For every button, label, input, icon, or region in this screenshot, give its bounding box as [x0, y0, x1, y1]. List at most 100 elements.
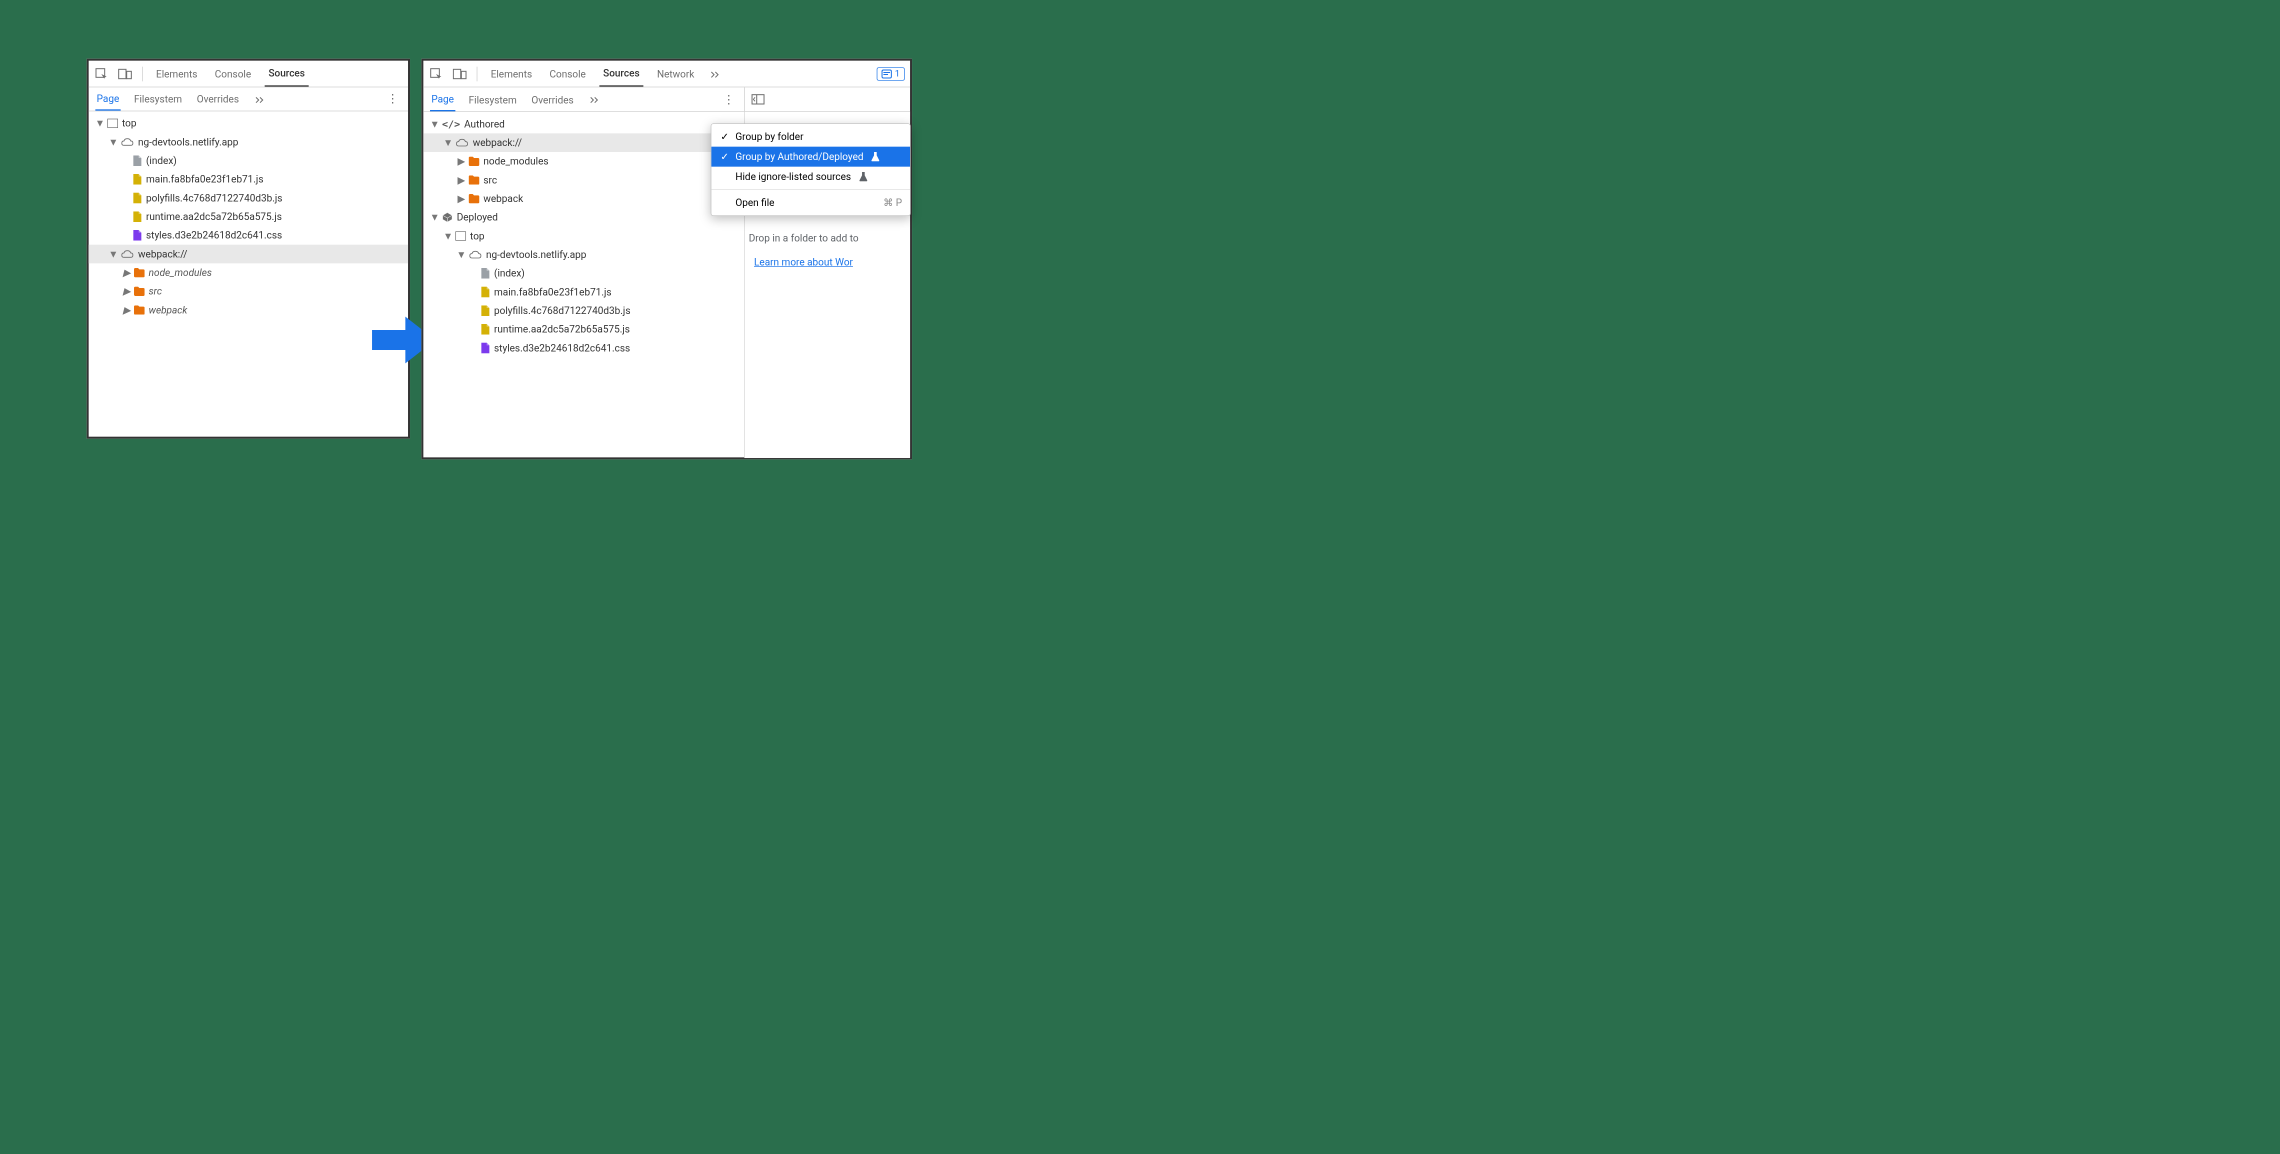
kebab-menu-icon[interactable]: ⋮ — [384, 92, 401, 106]
subtab-page[interactable]: Page — [430, 88, 455, 111]
js-file-icon — [133, 193, 142, 204]
tree-label: webpack — [149, 304, 188, 316]
subtab-overrides[interactable]: Overrides — [195, 88, 240, 110]
js-file-icon — [481, 287, 490, 298]
tree-label: Deployed — [457, 211, 498, 223]
tree-label: node_modules — [149, 267, 212, 279]
toggle-navigator-icon[interactable] — [751, 94, 764, 105]
js-file-icon — [133, 211, 142, 222]
devtools-panel-after: Elements Console Sources Network 1 Page … — [421, 59, 912, 460]
check-icon: ✓ — [719, 151, 730, 163]
tree-label: src — [483, 174, 497, 186]
tab-console[interactable]: Console — [545, 61, 589, 86]
menu-group-by-folder[interactable]: ✓ Group by folder — [711, 127, 910, 147]
tree-webpack[interactable]: ▼ webpack:// — [89, 245, 408, 264]
menu-label: Group by folder — [735, 131, 803, 143]
tree-label: runtime.aa2dc5a72b65a575.js — [494, 323, 630, 335]
tree-label: main.fa8bfa0e23f1eb71.js — [494, 286, 611, 298]
chevron-more-icon[interactable] — [587, 92, 602, 107]
devtools-panel-before: Elements Console Sources Page Filesystem… — [87, 59, 410, 439]
context-menu: ✓ Group by folder ✓ Group by Authored/De… — [711, 123, 911, 216]
subtab-page[interactable]: Page — [95, 87, 120, 110]
tree-domain[interactable]: ▼ ng-devtools.netlify.app — [423, 245, 744, 264]
tree-label: styles.d3e2b24618d2c641.css — [146, 229, 282, 241]
tree-label: webpack:// — [473, 137, 522, 149]
js-file-icon — [133, 174, 142, 185]
tree-file[interactable]: styles.d3e2b24618d2c641.css — [423, 339, 744, 358]
chevron-right-icon: ▶ — [123, 288, 130, 295]
tab-sources[interactable]: Sources — [264, 61, 308, 87]
tree-webpack[interactable]: ▼ webpack:// — [423, 133, 744, 152]
tree-top[interactable]: ▼ top — [423, 227, 744, 246]
css-file-icon — [133, 230, 142, 241]
chevron-down-icon: ▼ — [110, 139, 117, 146]
inspect-icon[interactable] — [94, 66, 109, 81]
chevron-down-icon: ▼ — [110, 251, 117, 258]
js-file-icon — [481, 305, 490, 316]
frame-icon — [455, 231, 466, 240]
subtab-filesystem[interactable]: Filesystem — [133, 88, 184, 110]
experiment-icon — [859, 172, 867, 181]
chevron-down-icon: ▼ — [431, 214, 438, 221]
tree-deployed[interactable]: ▼ Deployed — [423, 208, 744, 227]
tab-sources[interactable]: Sources — [599, 61, 643, 87]
tab-console[interactable]: Console — [211, 61, 255, 86]
tree-file[interactable]: main.fa8bfa0e23f1eb71.js — [423, 283, 744, 302]
tab-elements[interactable]: Elements — [152, 61, 201, 86]
divider — [477, 66, 478, 81]
subtab-filesystem[interactable]: Filesystem — [467, 88, 518, 110]
device-toggle-icon[interactable] — [453, 66, 468, 81]
issues-badge[interactable]: 1 — [877, 67, 905, 80]
tree-top[interactable]: ▼ top — [89, 114, 408, 133]
tab-elements[interactable]: Elements — [487, 61, 536, 86]
inspect-icon[interactable] — [429, 66, 444, 81]
tree-authored[interactable]: ▼ </> Authored — [423, 115, 744, 134]
css-file-icon — [481, 343, 490, 354]
tab-network[interactable]: Network — [653, 61, 698, 86]
tree-folder[interactable]: ▶ src — [423, 171, 744, 190]
tree-file[interactable]: styles.d3e2b24618d2c641.css — [89, 226, 408, 245]
tree-folder[interactable]: ▶ webpack — [89, 301, 408, 320]
folder-icon — [134, 305, 145, 314]
editor-toolbar — [745, 87, 910, 111]
menu-group-by-authored[interactable]: ✓ Group by Authored/Deployed — [711, 147, 910, 167]
code-icon: </> — [442, 118, 460, 130]
tree-label: polyfills.4c768d7122740d3b.js — [494, 305, 630, 317]
tree-file[interactable]: polyfills.4c768d7122740d3b.js — [89, 189, 408, 208]
chevron-more-icon[interactable] — [708, 66, 723, 81]
subtab-overrides[interactable]: Overrides — [530, 88, 575, 110]
device-toggle-icon[interactable] — [118, 66, 133, 81]
menu-separator — [711, 189, 910, 190]
tree-file[interactable]: (index) — [423, 264, 744, 283]
cloud-icon — [469, 250, 482, 259]
chevron-right-icon: ▶ — [458, 158, 465, 165]
tree-folder[interactable]: ▶ node_modules — [89, 263, 408, 282]
folder-icon — [134, 268, 145, 277]
chevron-right-icon: ▶ — [458, 195, 465, 202]
tree-label: src — [149, 285, 162, 297]
tree-label: top — [122, 117, 137, 129]
folder-icon — [469, 157, 480, 166]
kebab-menu-icon[interactable]: ⋮ — [720, 92, 737, 106]
main-toolbar: Elements Console Sources Network 1 — [423, 61, 910, 88]
folder-icon — [469, 194, 480, 203]
tree-domain[interactable]: ▼ ng-devtools.netlify.app — [89, 133, 408, 152]
chevron-down-icon: ▼ — [445, 139, 452, 146]
tree-file[interactable]: (index) — [89, 151, 408, 170]
learn-more-link[interactable]: Learn more about Wor — [749, 256, 910, 268]
js-file-icon — [481, 324, 490, 335]
tree-file[interactable]: runtime.aa2dc5a72b65a575.js — [89, 207, 408, 226]
tree-folder[interactable]: ▶ webpack — [423, 189, 744, 208]
menu-label: Group by Authored/Deployed — [735, 151, 863, 163]
tree-file[interactable]: runtime.aa2dc5a72b65a575.js — [423, 320, 744, 339]
cloud-icon — [121, 249, 134, 258]
tree-folder[interactable]: ▶ node_modules — [423, 152, 744, 171]
tree-label: top — [470, 230, 485, 242]
menu-open-file[interactable]: Open file ⌘ P — [711, 193, 910, 213]
menu-hide-ignore-listed[interactable]: Hide ignore-listed sources — [711, 167, 910, 187]
tree-file[interactable]: polyfills.4c768d7122740d3b.js — [423, 301, 744, 320]
tree-file[interactable]: main.fa8bfa0e23f1eb71.js — [89, 170, 408, 189]
tree-folder[interactable]: ▶ src — [89, 282, 408, 301]
chevron-more-icon[interactable] — [252, 92, 267, 107]
folder-icon — [469, 175, 480, 184]
